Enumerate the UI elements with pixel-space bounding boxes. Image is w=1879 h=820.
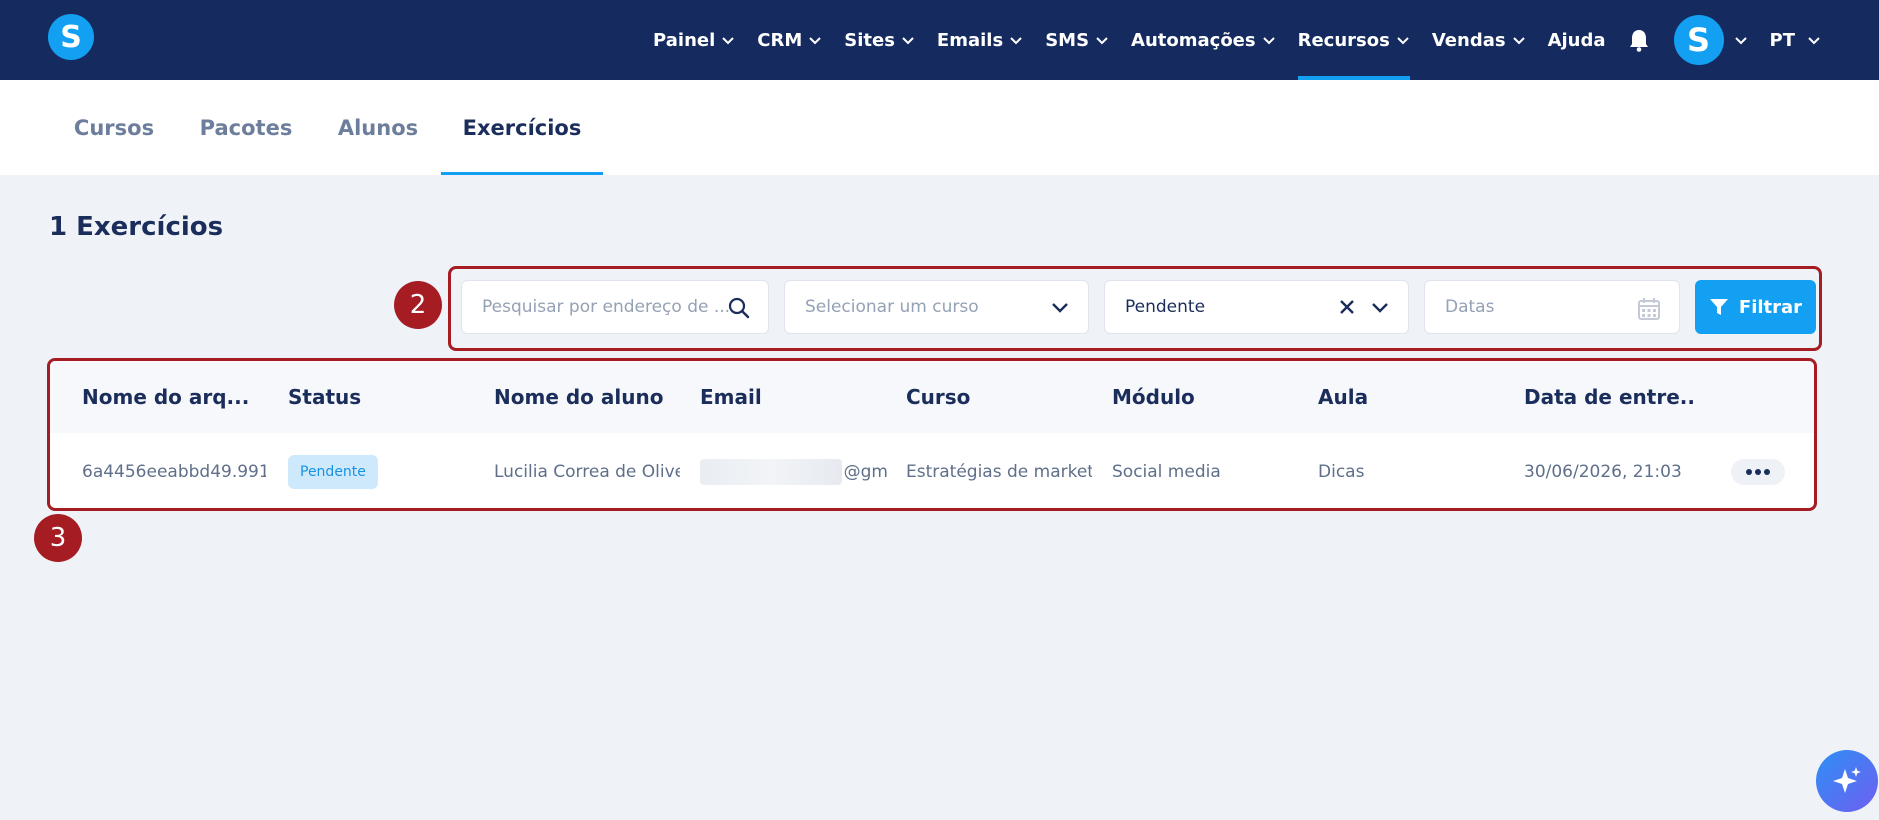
- tab-pacotes[interactable]: Pacotes: [186, 80, 306, 175]
- nav-item-automacoes[interactable]: Automações: [1131, 0, 1276, 80]
- nav-item-vendas[interactable]: Vendas: [1432, 0, 1526, 80]
- nav-item-recursos[interactable]: Recursos: [1297, 0, 1411, 80]
- main-nav: Painel CRM Sites Emails SMS Automações R…: [631, 0, 1821, 80]
- nav-item-label: Emails: [936, 29, 1004, 51]
- app-logo[interactable]: S: [48, 14, 94, 60]
- email-cell: @gm: [700, 433, 888, 508]
- row-actions-button[interactable]: [1731, 459, 1785, 485]
- tab-alunos[interactable]: Alunos: [320, 80, 436, 175]
- nav-item-label: Recursos: [1297, 29, 1390, 51]
- dates-input[interactable]: Datas: [1424, 280, 1680, 334]
- column-header-status[interactable]: Status: [288, 361, 468, 433]
- close-icon[interactable]: [1338, 298, 1356, 316]
- nav-item-sms[interactable]: SMS: [1045, 0, 1109, 80]
- chevron-down-icon: [1372, 303, 1388, 313]
- chevron-down-icon: [1010, 37, 1022, 45]
- status-select[interactable]: Pendente: [1104, 280, 1409, 334]
- nav-item-label: Automações: [1131, 29, 1256, 51]
- page-title: 1 Exercícios: [49, 212, 224, 242]
- nav-item-label: SMS: [1045, 29, 1090, 51]
- chevron-down-icon[interactable]: [1734, 33, 1748, 47]
- more-horizontal-icon: [1746, 469, 1770, 475]
- course-select[interactable]: Selecionar um curso: [784, 280, 1089, 334]
- redacted-email-blur: [700, 459, 842, 485]
- nav-item-painel[interactable]: Painel: [653, 0, 735, 80]
- chevron-down-icon: [1050, 297, 1070, 317]
- status-select-actions: [1338, 297, 1390, 317]
- exercises-table: Nome do arq... Status Nome do aluno Emai…: [47, 358, 1817, 511]
- nav-item-label: Vendas: [1431, 29, 1506, 51]
- column-header-submission-date[interactable]: Data de entre...: [1524, 361, 1694, 433]
- nav-item-emails[interactable]: Emails: [937, 0, 1023, 80]
- sparkles-icon: [1833, 767, 1861, 793]
- search-placeholder: Pesquisar por endereço de ...: [482, 297, 731, 317]
- language-selector[interactable]: PT: [1770, 0, 1821, 80]
- nav-item-crm[interactable]: CRM: [757, 0, 822, 80]
- module-cell: Social media: [1112, 462, 1221, 482]
- filter-button[interactable]: Filtrar: [1695, 280, 1816, 334]
- ai-assistant-button[interactable]: [1816, 750, 1878, 812]
- submission-date-cell: 30/06/2026, 21:03: [1524, 462, 1682, 482]
- avatar[interactable]: S: [1673, 15, 1724, 65]
- student-name-cell[interactable]: Lucilia Correa de Olive: [494, 433, 680, 508]
- sub-navigation-tabs: Cursos Pacotes Alunos Exercícios: [0, 80, 1879, 175]
- nav-item-label: Sites: [844, 29, 895, 51]
- tab-exercicios[interactable]: Exercícios: [441, 80, 603, 175]
- dates-placeholder: Datas: [1445, 297, 1495, 317]
- top-navigation-bar: S Painel CRM Sites Emails SMS Automações…: [0, 0, 1879, 80]
- chevron-down-icon: [1808, 37, 1820, 45]
- chevron-down-icon: [1262, 37, 1275, 45]
- annotation-badge-filters: 2: [394, 281, 442, 329]
- status-cell: Pendente: [288, 433, 468, 508]
- nav-item-sites[interactable]: Sites: [844, 0, 915, 80]
- annotation-badge-table: 3: [34, 514, 82, 562]
- chevron-down-icon: [722, 37, 734, 45]
- status-badge: Pendente: [288, 455, 378, 489]
- nav-item-label: CRM: [757, 29, 803, 51]
- nav-item-label: Ajuda: [1547, 29, 1606, 51]
- column-header-file-name[interactable]: Nome do arq...: [82, 361, 272, 433]
- course-select-placeholder: Selecionar um curso: [805, 297, 979, 317]
- language-label: PT: [1769, 29, 1795, 51]
- course-cell: Estratégias de marketi: [906, 462, 1092, 482]
- calendar-icon: [1637, 297, 1661, 321]
- column-header-lesson[interactable]: Aula: [1318, 361, 1498, 433]
- chevron-down-icon: [1512, 37, 1525, 45]
- column-header-course[interactable]: Curso: [906, 361, 1086, 433]
- search-input[interactable]: Pesquisar por endereço de ...: [461, 280, 769, 334]
- lesson-cell: Dicas: [1318, 462, 1365, 482]
- bell-icon[interactable]: [1628, 28, 1650, 52]
- table-header: Nome do arq... Status Nome do aluno Emai…: [50, 361, 1814, 433]
- search-icon[interactable]: [728, 297, 750, 319]
- filter-button-label: Filtrar: [1738, 296, 1803, 318]
- status-select-value: Pendente: [1125, 297, 1206, 317]
- chevron-down-icon: [809, 37, 821, 45]
- nav-item-label: Painel: [653, 29, 716, 51]
- email-visible-part: @gm: [843, 462, 888, 482]
- chevron-down-icon: [1397, 37, 1409, 45]
- chevron-down-icon: [1096, 37, 1108, 45]
- nav-item-ajuda[interactable]: Ajuda: [1548, 0, 1606, 80]
- filter-icon: [1709, 299, 1728, 315]
- column-header-email[interactable]: Email: [700, 361, 880, 433]
- chevron-down-icon: [902, 37, 914, 45]
- column-header-module[interactable]: Módulo: [1112, 361, 1292, 433]
- column-header-student-name[interactable]: Nome do aluno: [494, 361, 684, 433]
- file-name-cell[interactable]: 6a4456eeabbd49.9918: [82, 433, 266, 508]
- tab-cursos[interactable]: Cursos: [50, 80, 178, 175]
